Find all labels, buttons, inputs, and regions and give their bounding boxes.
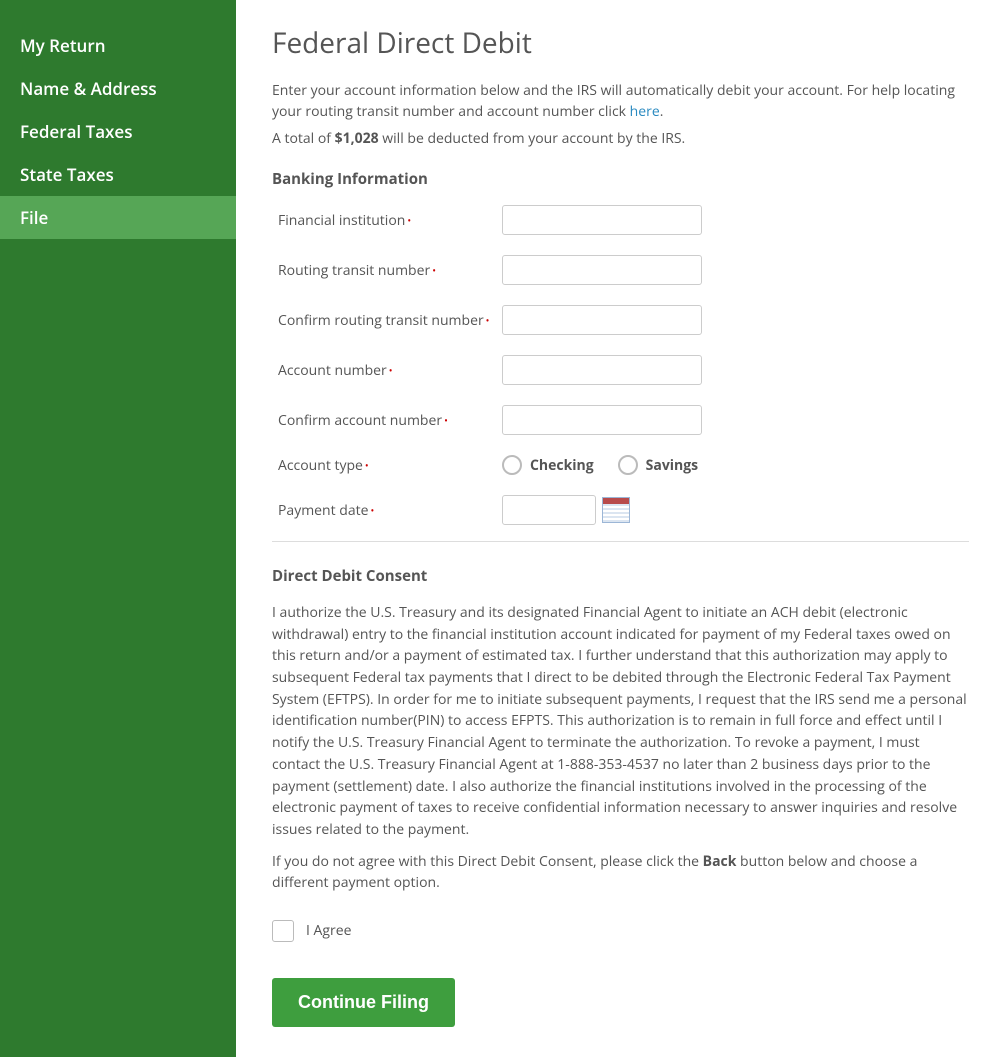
- disagree-before: If you do not agree with this Direct Deb…: [272, 852, 703, 871]
- disagree-bold-back: Back: [703, 852, 737, 871]
- row-payment-date: Payment date•: [272, 495, 969, 525]
- intro-before-link: Enter your account information below and…: [272, 81, 955, 121]
- label-text-routing: Routing transit number: [278, 261, 430, 280]
- sidebar-item-name-address[interactable]: Name & Address: [0, 67, 236, 110]
- consent-heading: Direct Debit Consent: [272, 566, 969, 586]
- confirm-account-number-input[interactable]: [502, 405, 702, 435]
- account-type-radio-group: Checking Savings: [502, 455, 698, 475]
- page-title: Federal Direct Debit: [272, 24, 969, 62]
- label-payment-date: Payment date•: [272, 501, 502, 520]
- financial-institution-input[interactable]: [502, 205, 702, 235]
- required-dot-icon: •: [370, 503, 374, 517]
- calendar-icon[interactable]: [602, 497, 630, 523]
- routing-input[interactable]: [502, 255, 702, 285]
- required-dot-icon: •: [432, 263, 436, 277]
- label-confirm-account-number: Confirm account number•: [272, 411, 502, 430]
- sidebar-item-my-return[interactable]: My Return: [0, 24, 236, 67]
- continue-filing-button[interactable]: Continue Filing: [272, 978, 455, 1027]
- radio-label-savings: Savings: [646, 456, 698, 475]
- row-account-number: Account number•: [272, 355, 969, 385]
- radio-label-checking: Checking: [530, 456, 594, 475]
- banking-heading: Banking Information: [272, 169, 969, 189]
- sidebar-item-state-taxes[interactable]: State Taxes: [0, 153, 236, 196]
- intro-text: Enter your account information below and…: [272, 80, 969, 122]
- label-account-number: Account number•: [272, 361, 502, 380]
- total-prefix: A total of: [272, 129, 335, 148]
- banking-form: Financial institution• Routing transit n…: [272, 205, 969, 542]
- required-dot-icon: •: [444, 413, 448, 427]
- required-dot-icon: •: [389, 363, 393, 377]
- account-number-input[interactable]: [502, 355, 702, 385]
- row-confirm-routing: Confirm routing transit number•: [272, 305, 969, 335]
- agree-row: I Agree: [272, 920, 969, 942]
- confirm-routing-input[interactable]: [502, 305, 702, 335]
- help-link-here[interactable]: here: [630, 102, 660, 121]
- total-amount: $1,028: [335, 129, 379, 148]
- radio-savings[interactable]: Savings: [618, 455, 698, 475]
- label-text-confirm-routing: Confirm routing transit number: [278, 311, 484, 330]
- radio-icon: [618, 455, 638, 475]
- row-confirm-account-number: Confirm account number•: [272, 405, 969, 435]
- label-text-account-type: Account type: [278, 456, 363, 475]
- label-routing: Routing transit number•: [272, 261, 502, 280]
- row-routing: Routing transit number•: [272, 255, 969, 285]
- radio-icon: [502, 455, 522, 475]
- required-dot-icon: •: [486, 313, 490, 327]
- consent-body: I authorize the U.S. Treasury and its de…: [272, 602, 969, 841]
- label-text-account-number: Account number: [278, 361, 387, 380]
- agree-checkbox[interactable]: [272, 920, 294, 942]
- label-text-payment-date: Payment date: [278, 501, 368, 520]
- label-text-confirm-account-number: Confirm account number: [278, 411, 442, 430]
- sidebar-item-file[interactable]: File: [0, 196, 236, 239]
- label-text-financial-institution: Financial institution: [278, 211, 405, 230]
- total-deduction-text: A total of $1,028 will be deducted from …: [272, 128, 969, 149]
- required-dot-icon: •: [365, 458, 369, 472]
- consent-disagree-text: If you do not agree with this Direct Deb…: [272, 851, 969, 894]
- intro-after-link: .: [660, 102, 664, 121]
- row-account-type: Account type• Checking Savings: [272, 455, 969, 475]
- required-dot-icon: •: [407, 213, 411, 227]
- row-financial-institution: Financial institution•: [272, 205, 969, 235]
- radio-checking[interactable]: Checking: [502, 455, 594, 475]
- label-account-type: Account type•: [272, 456, 502, 475]
- main-content: Federal Direct Debit Enter your account …: [236, 0, 1005, 1057]
- label-confirm-routing: Confirm routing transit number•: [272, 311, 502, 330]
- sidebar-item-federal-taxes[interactable]: Federal Taxes: [0, 110, 236, 153]
- total-suffix: will be deducted from your account by th…: [379, 129, 686, 148]
- payment-date-input[interactable]: [502, 495, 596, 525]
- label-financial-institution: Financial institution•: [272, 211, 502, 230]
- sidebar: My Return Name & Address Federal Taxes S…: [0, 0, 236, 1057]
- agree-label: I Agree: [306, 921, 351, 940]
